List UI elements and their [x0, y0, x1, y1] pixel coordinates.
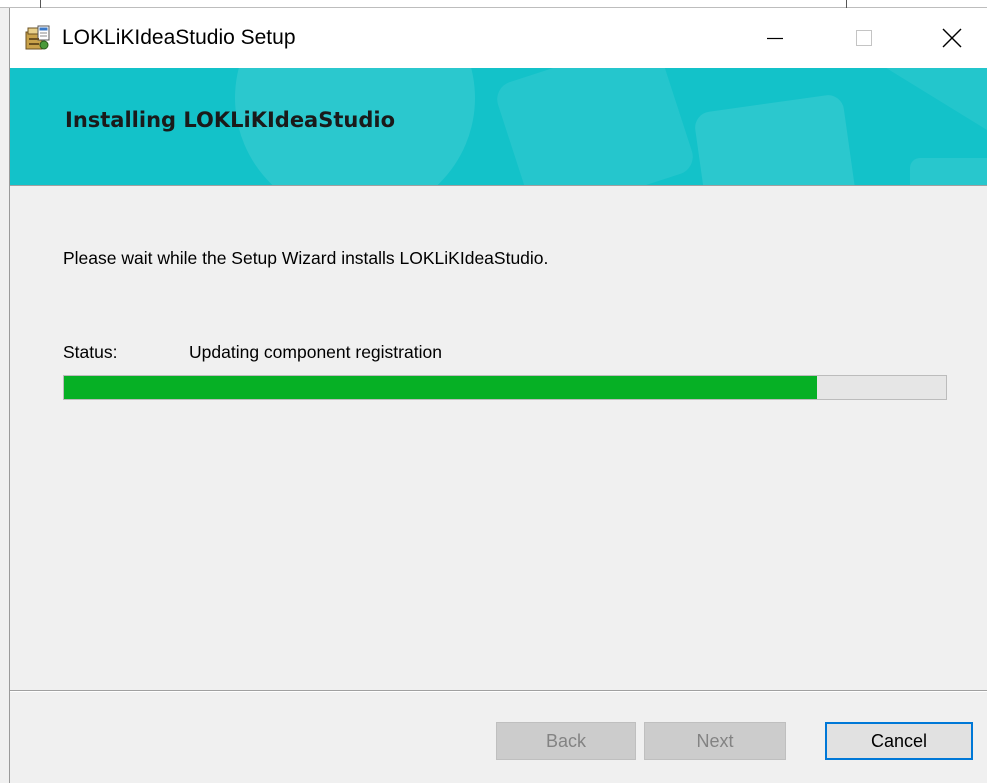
cancel-button[interactable]: Cancel: [825, 722, 973, 760]
back-button: Back: [496, 722, 636, 760]
install-progress-bar: [63, 375, 947, 400]
banner-title: Installing LOKLiKIdeaStudio: [65, 108, 396, 132]
next-button: Next: [644, 722, 786, 760]
status-value: Updating component registration: [189, 342, 442, 362]
banner-divider: [10, 185, 987, 186]
progress-fill: [64, 376, 818, 399]
setup-window: LOKLiKIdeaStudio Setup Installing LOKLiK…: [9, 8, 987, 783]
window-title: LOKLiKIdeaStudio Setup: [62, 26, 296, 49]
background-divider: [40, 0, 41, 8]
minimize-icon: [767, 37, 783, 40]
maximize-icon: [856, 30, 872, 46]
background-window-edge: [0, 0, 987, 8]
background-divider: [846, 0, 847, 8]
close-icon: [942, 28, 962, 48]
title-bar[interactable]: LOKLiKIdeaStudio Setup: [10, 8, 987, 68]
install-description: Please wait while the Setup Wizard insta…: [63, 248, 549, 268]
status-label: Status:: [63, 342, 118, 362]
maximize-button: [834, 8, 894, 68]
minimize-button[interactable]: [745, 8, 805, 68]
close-button[interactable]: [922, 8, 982, 68]
footer-divider-highlight: [10, 691, 987, 692]
installer-package-icon: [25, 25, 50, 50]
header-banner: Installing LOKLiKIdeaStudio: [10, 68, 987, 185]
